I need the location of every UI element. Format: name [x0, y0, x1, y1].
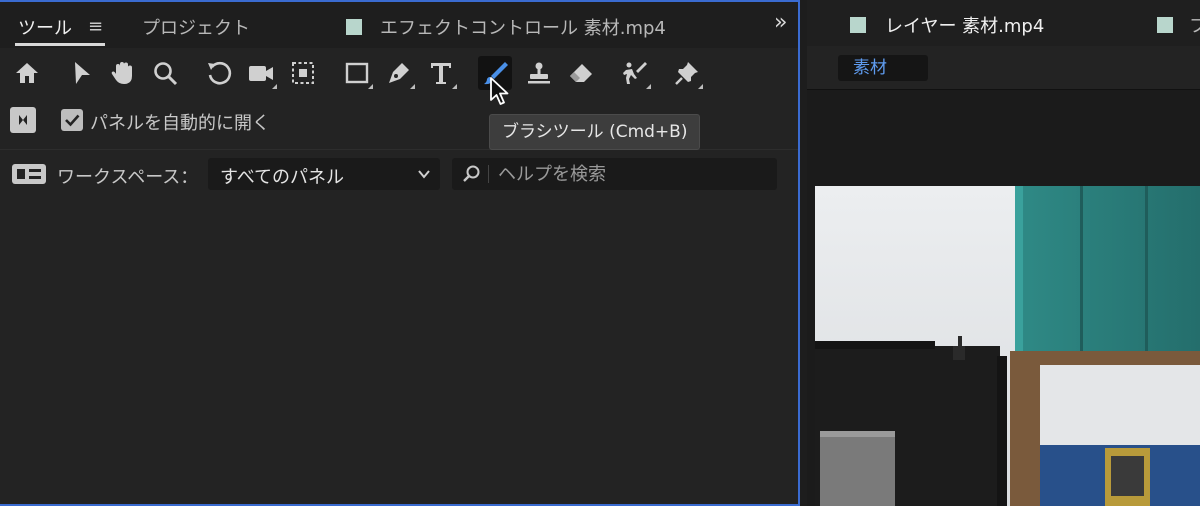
- workspace-selected-value: すべてのパネル: [220, 167, 345, 188]
- footage-frame: [815, 186, 1200, 506]
- mouse-pointer-icon: [490, 77, 509, 105]
- checkmark-icon: [65, 114, 80, 127]
- camera-tool[interactable]: [244, 56, 278, 90]
- brush-tooltip: ブラシツール (Cmd+B): [489, 114, 701, 150]
- eraser-tool[interactable]: [564, 56, 598, 90]
- zoom-tool[interactable]: [148, 56, 182, 90]
- workspace-label: ワークスペース：: [57, 167, 199, 188]
- pan-behind-tool[interactable]: [286, 56, 320, 90]
- rectangle-icon: [345, 62, 369, 84]
- home-icon: [16, 63, 38, 83]
- hand-tool[interactable]: [106, 56, 140, 90]
- selection-tool[interactable]: [64, 56, 98, 90]
- tab-overflow-icon[interactable]: »: [774, 10, 788, 35]
- layer-panel-tabbar: レイヤー 素材.mp4 フ: [807, 0, 1200, 46]
- auto-open-label: パネルを自動的に開く: [90, 113, 270, 134]
- eraser-icon: [570, 64, 592, 82]
- tool-group-indicator: [646, 84, 651, 89]
- layer-name-badge[interactable]: 素材: [838, 55, 928, 81]
- help-search-input[interactable]: [498, 161, 768, 187]
- puppet-pin-tool[interactable]: [670, 56, 704, 90]
- type-icon: [431, 63, 451, 84]
- tab-layer[interactable]: レイヤー 素材.mp4: [885, 12, 1044, 38]
- stamp-icon: [528, 62, 550, 84]
- tools-panel-tabbar: ツール ≡ プロジェクト エフェクトコントロール 素材.mp4 »: [0, 2, 798, 48]
- camera-icon: [249, 66, 273, 81]
- tool-group-indicator: [368, 84, 373, 89]
- panel-toggle-button[interactable]: [10, 107, 36, 133]
- layer-panel: レイヤー 素材.mp4 フ 素材: [807, 0, 1200, 506]
- pin-icon: [675, 62, 698, 85]
- magnifier-icon: [154, 62, 178, 86]
- tools-toolbar: [0, 48, 798, 98]
- search-icon: [463, 165, 480, 182]
- workspace-row: ワークスペース： すべてのパネル: [0, 156, 798, 192]
- search-separator: [488, 165, 489, 183]
- type-tool[interactable]: [424, 56, 458, 90]
- clone-stamp-tool[interactable]: [522, 56, 556, 90]
- home-tool[interactable]: [10, 56, 44, 90]
- tab-effect-controls[interactable]: エフェクトコントロール 素材.mp4: [380, 14, 666, 40]
- chevron-down-icon: [418, 170, 430, 179]
- tool-group-indicator: [272, 84, 277, 89]
- label-color-swatch: [850, 17, 866, 33]
- anchor-move-icon: [292, 62, 314, 84]
- tool-group-indicator: [698, 84, 703, 89]
- pen-tool[interactable]: [382, 56, 416, 90]
- auto-open-checkbox[interactable]: [61, 109, 83, 131]
- workspace-icon: [12, 164, 46, 184]
- pen-icon: [389, 63, 409, 83]
- rotate-tool[interactable]: [202, 56, 236, 90]
- roto-brush-icon: [623, 62, 647, 84]
- hamburger-icon[interactable]: ≡: [88, 16, 103, 37]
- tab-tools[interactable]: ツール: [18, 14, 72, 40]
- tools-panel: ツール ≡ プロジェクト エフェクトコントロール 素材.mp4 » パネルを自動…: [0, 0, 800, 506]
- label-color-swatch: [1157, 17, 1173, 33]
- label-color-swatch: [346, 19, 362, 35]
- expand-panels-icon: [19, 115, 27, 125]
- hand-icon: [111, 62, 132, 84]
- roto-brush-tool[interactable]: [618, 56, 652, 90]
- arrow-icon: [75, 62, 90, 84]
- active-tab-underline: [15, 43, 105, 46]
- help-search-box: [452, 158, 777, 190]
- tool-group-indicator: [410, 84, 415, 89]
- tab-footage[interactable]: フ: [1189, 12, 1200, 38]
- tool-group-indicator: [452, 84, 457, 89]
- rectangle-tool[interactable]: [340, 56, 374, 90]
- layer-viewer[interactable]: [815, 186, 1200, 506]
- tab-project[interactable]: プロジェクト: [142, 14, 250, 40]
- workspace-dropdown[interactable]: すべてのパネル: [208, 158, 440, 190]
- rotate-icon: [208, 61, 232, 85]
